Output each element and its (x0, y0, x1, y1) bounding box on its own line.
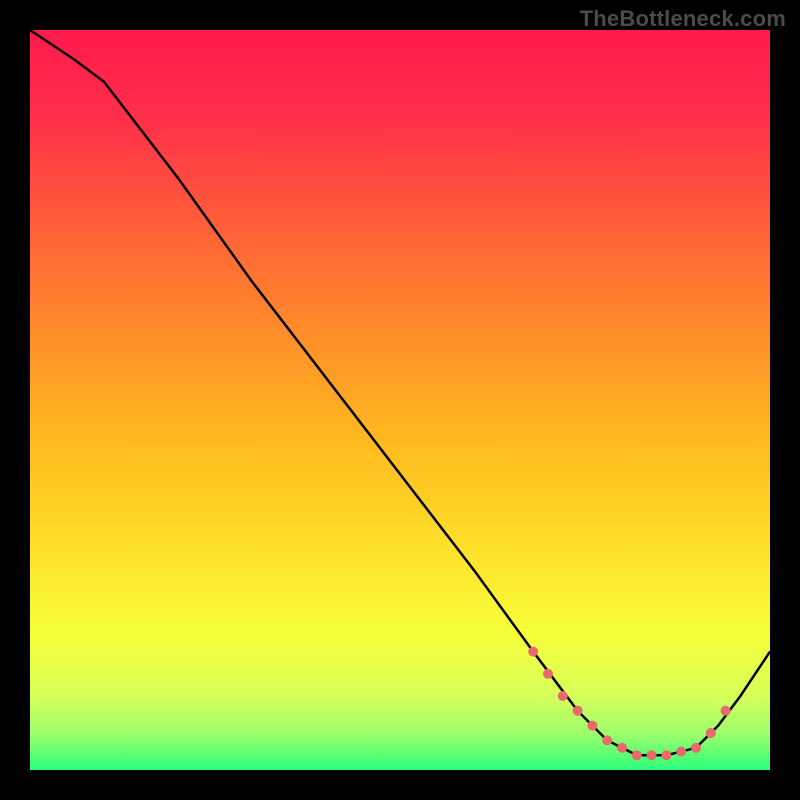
marker-dot (587, 721, 597, 731)
marker-dot (676, 747, 686, 757)
plot-area (30, 30, 770, 770)
chart-svg (30, 30, 770, 770)
marker-dot (632, 750, 642, 760)
marker-dot (543, 669, 553, 679)
marker-dot (647, 750, 657, 760)
marker-dot (721, 706, 731, 716)
watermark-text: TheBottleneck.com (580, 6, 786, 32)
marker-dot (558, 691, 568, 701)
marker-dot (528, 647, 538, 657)
marker-dot (691, 743, 701, 753)
chart-stage: TheBottleneck.com (0, 0, 800, 800)
heat-gradient-bg (30, 30, 770, 770)
marker-dot (661, 750, 671, 760)
marker-dot (617, 743, 627, 753)
marker-dot (573, 706, 583, 716)
marker-dot (602, 735, 612, 745)
marker-dot (706, 728, 716, 738)
